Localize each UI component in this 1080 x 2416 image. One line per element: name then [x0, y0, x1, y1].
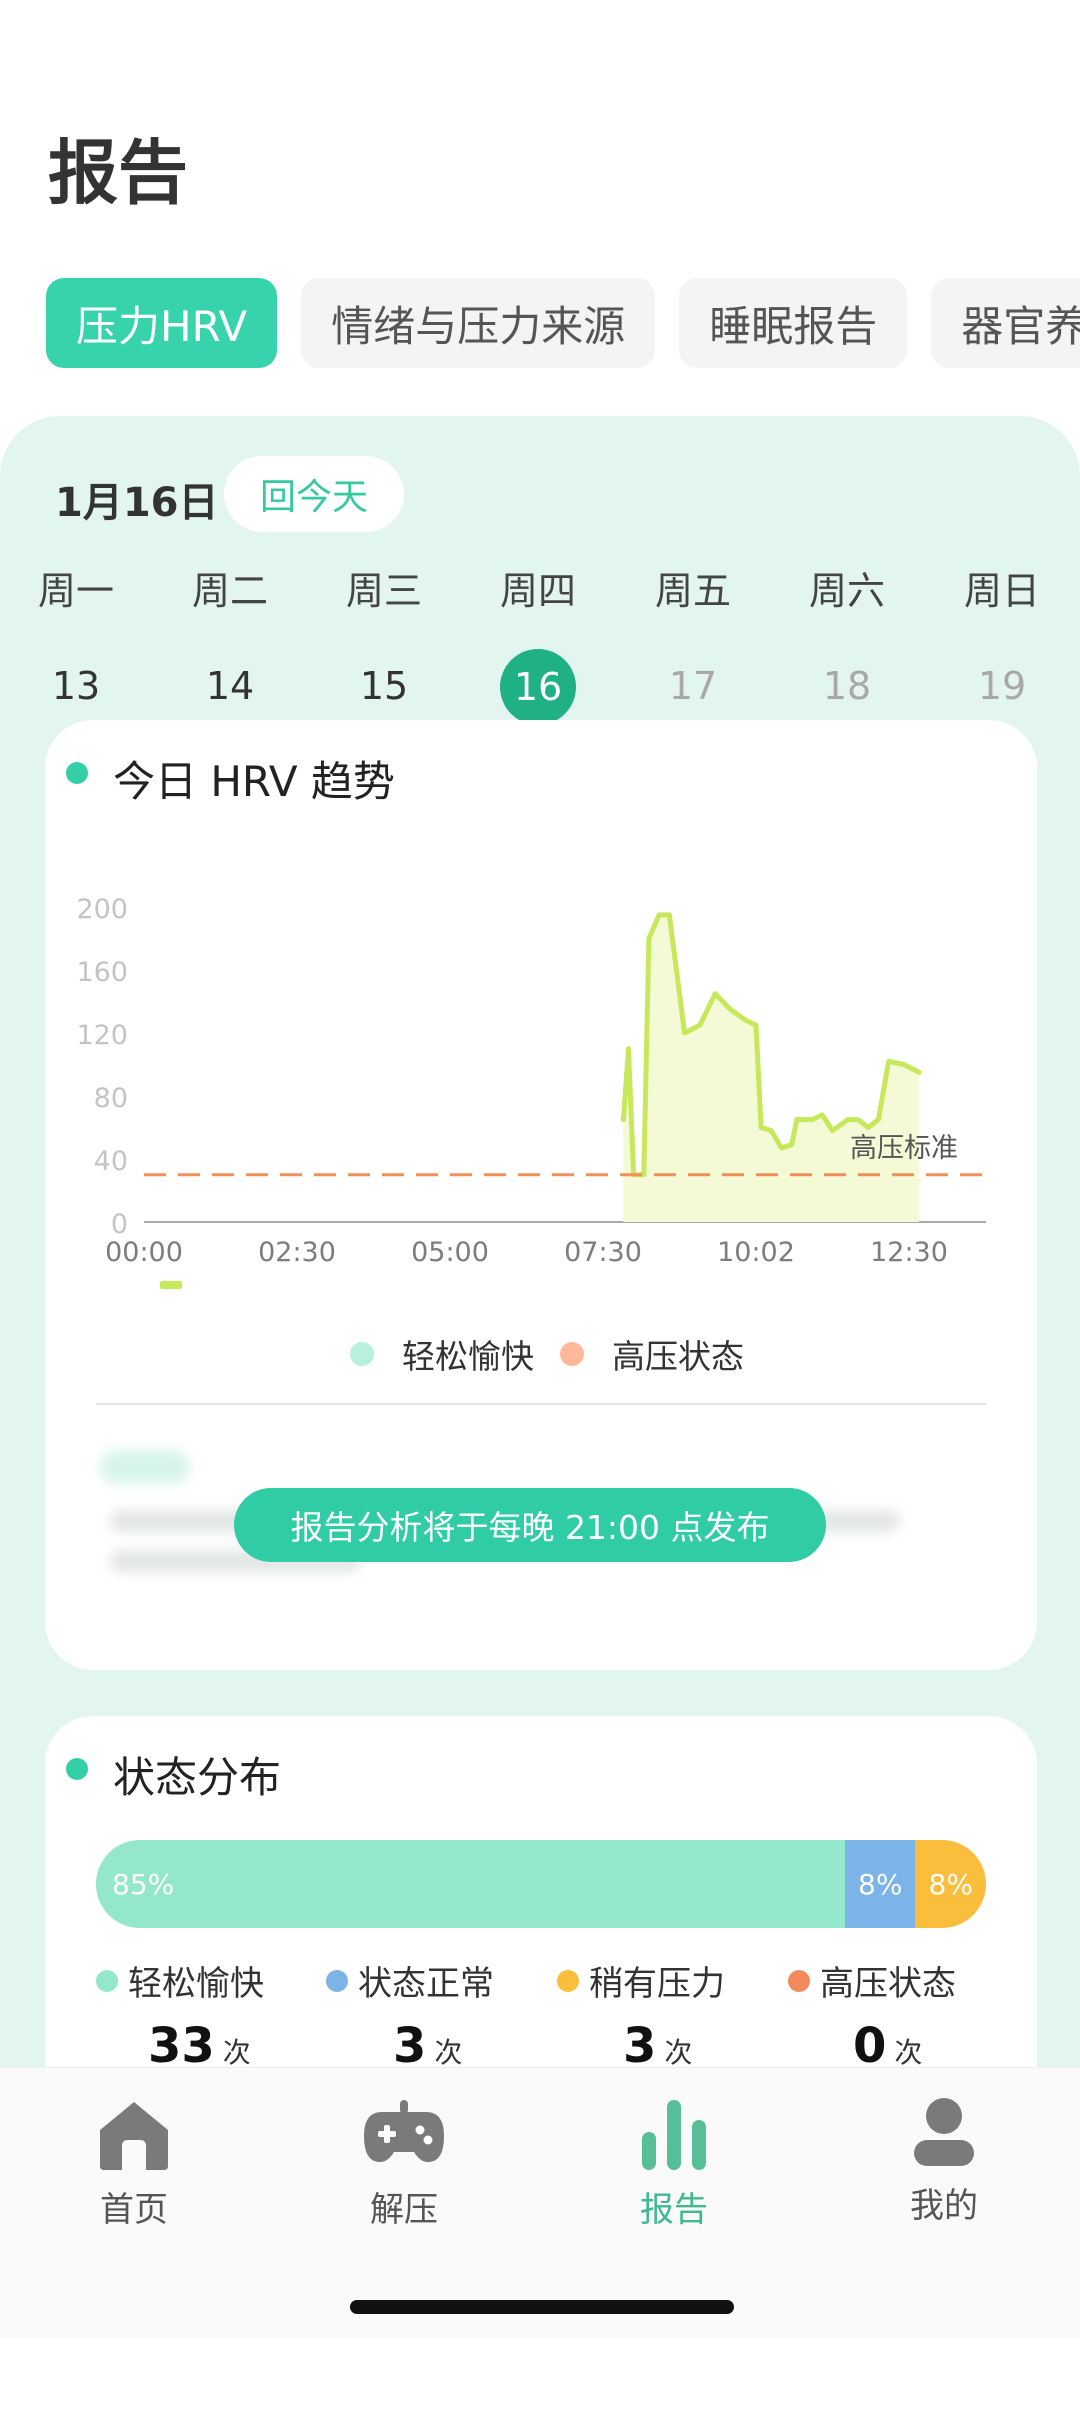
data-marker	[160, 1281, 182, 1289]
count-high-stress: 0 次	[853, 2018, 922, 2074]
distribution-bar: 85% 8% 8%	[96, 1840, 986, 1928]
x-tick-label: 07:30	[564, 1237, 642, 1268]
y-tick-label: 80	[94, 1083, 128, 1114]
status-slight-stress: 稍有压力	[557, 1956, 725, 2005]
bar-chart-icon	[642, 2100, 706, 2170]
user-icon	[914, 2098, 974, 2166]
nav-label: 报告	[640, 2190, 708, 2230]
nav-relax[interactable]: 解压	[304, 2096, 504, 2231]
x-tick-label: 12:30	[870, 1237, 948, 1268]
count-number: 0	[853, 2018, 887, 2074]
legend-high-stress-dot-icon	[560, 1342, 584, 1366]
count-unit: 次	[434, 2036, 463, 2069]
count-unit: 次	[222, 2036, 251, 2069]
chart-legend: 轻松愉快 高压状态	[350, 1330, 744, 1378]
count-number: 33	[148, 2018, 215, 2074]
x-tick-label: 02:30	[258, 1237, 336, 1268]
count-number: 3	[393, 2018, 427, 2074]
legend-relaxed-label: 轻松愉快	[402, 1337, 534, 1376]
normal-dot-icon	[326, 1969, 348, 1992]
nav-report[interactable]: 报告	[574, 2096, 774, 2231]
status-high-stress: 高压状态	[788, 1956, 956, 2005]
segment-relaxed: 85%	[96, 1840, 845, 1928]
nav-home[interactable]: 首页	[34, 2096, 234, 2231]
home-icon	[100, 2102, 168, 2170]
nav-label: 首页	[100, 2190, 168, 2230]
status-relaxed: 轻松愉快	[96, 1956, 264, 2005]
y-tick-label: 40	[94, 1146, 128, 1177]
x-tick-label: 10:02	[717, 1237, 795, 1268]
legend-relaxed-dot-icon	[350, 1342, 374, 1366]
slight-stress-dot-icon	[557, 1969, 579, 1992]
x-tick-label: 00:00	[105, 1237, 183, 1268]
x-tick-label: 05:00	[411, 1237, 489, 1268]
home-indicator	[350, 2300, 734, 2314]
card-title-dot-icon	[66, 1758, 88, 1780]
relaxed-dot-icon	[96, 1969, 118, 1992]
y-tick-label: 0	[111, 1209, 128, 1240]
card-divider	[96, 1403, 986, 1405]
y-tick-label: 160	[76, 957, 128, 988]
count-unit: 次	[664, 2036, 693, 2069]
high-stress-dot-icon	[788, 1969, 810, 1992]
legend-high-stress-label: 高压状态	[612, 1337, 744, 1376]
nav-label: 解压	[370, 2190, 438, 2230]
hrv-chart: 200 160 120 80 40 000:00 02:30 05:00 07:30 10:02 1…	[76, 894, 986, 1289]
status-label: 轻松愉快	[128, 1964, 264, 2004]
count-normal: 3 次	[393, 2018, 462, 2074]
count-slight-stress: 3 次	[623, 2018, 692, 2074]
status-normal: 状态正常	[326, 1956, 494, 2005]
distribution-card-title: 状态分布	[113, 1753, 282, 1802]
threshold-label: 高压标准	[850, 1133, 958, 1164]
gamepad-icon	[364, 2100, 444, 2162]
nav-label: 我的	[910, 2186, 978, 2226]
report-publish-notice: 报告分析将于每晚 21:00 点发布	[234, 1488, 826, 1562]
count-number: 3	[623, 2018, 657, 2074]
status-label: 高压状态	[820, 1964, 956, 2004]
count-unit: 次	[894, 2036, 923, 2069]
status-label: 稍有压力	[589, 1964, 725, 2004]
segment-normal: 8%	[845, 1840, 916, 1928]
y-tick-label: 200	[76, 894, 128, 925]
y-tick-label: 120	[76, 1020, 128, 1051]
status-label: 状态正常	[358, 1964, 494, 2004]
nav-profile[interactable]: 我的	[844, 2096, 1044, 2227]
count-relaxed: 33 次	[148, 2018, 251, 2074]
